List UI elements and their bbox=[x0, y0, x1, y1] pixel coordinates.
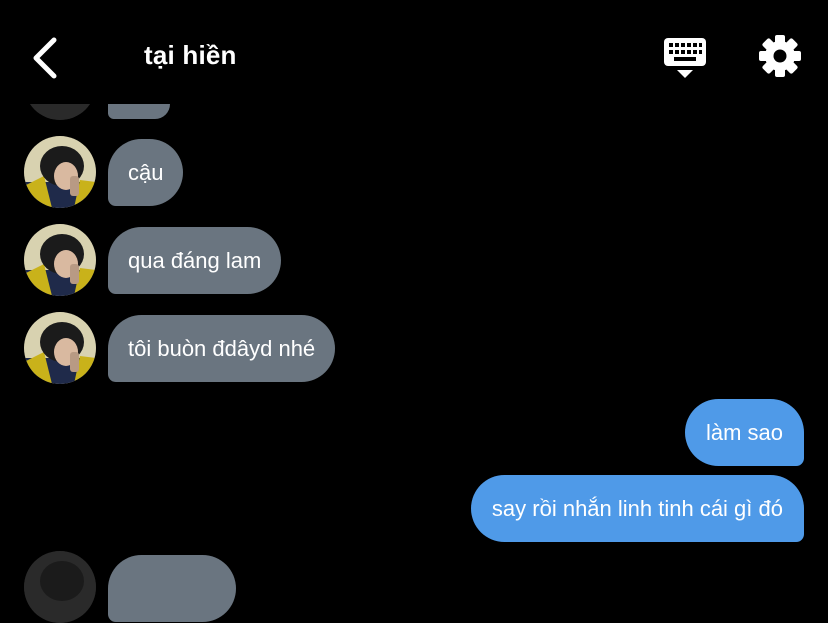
avatar-photo bbox=[24, 551, 96, 623]
message-bubble-outgoing[interactable]: say rồi nhắn linh tinh cái gì đó bbox=[470, 475, 804, 542]
message-bubble-incoming[interactable] bbox=[108, 104, 170, 119]
message-bubble-incoming[interactable]: tôi buòn đdâyd nhé bbox=[108, 315, 336, 382]
settings-button[interactable] bbox=[758, 34, 802, 78]
message-text: qua đáng lam bbox=[128, 248, 262, 273]
back-button[interactable] bbox=[28, 36, 68, 80]
message-bubble-incoming[interactable]: cậu bbox=[108, 139, 184, 206]
chevron-left-icon bbox=[33, 37, 57, 79]
message-text: làm sao bbox=[705, 420, 783, 445]
avatar-photo bbox=[24, 224, 96, 296]
avatar-photo bbox=[24, 312, 96, 384]
gear-icon bbox=[759, 35, 801, 77]
keyboard-hide-icon bbox=[664, 38, 706, 78]
message-text: say rồi nhắn linh tinh cái gì đó bbox=[491, 496, 783, 521]
avatar[interactable] bbox=[24, 224, 96, 296]
message-bubble-incoming[interactable] bbox=[108, 555, 236, 622]
avatar[interactable] bbox=[24, 551, 96, 623]
avatar-photo bbox=[24, 136, 96, 208]
avatar[interactable] bbox=[24, 312, 96, 384]
message-bubble-incoming[interactable]: qua đáng lam bbox=[108, 227, 282, 294]
avatar[interactable] bbox=[24, 104, 96, 119]
chat-header-overlay: tại hiền bbox=[0, 0, 828, 104]
message-text: cậu bbox=[128, 160, 164, 185]
chat-title: tại hiền bbox=[144, 40, 237, 70]
message-bubble-outgoing[interactable]: làm sao bbox=[684, 399, 804, 466]
avatar[interactable] bbox=[24, 136, 96, 208]
keyboard-toggle-button[interactable] bbox=[662, 36, 708, 80]
message-text: tôi buòn đdâyd nhé bbox=[128, 336, 316, 361]
